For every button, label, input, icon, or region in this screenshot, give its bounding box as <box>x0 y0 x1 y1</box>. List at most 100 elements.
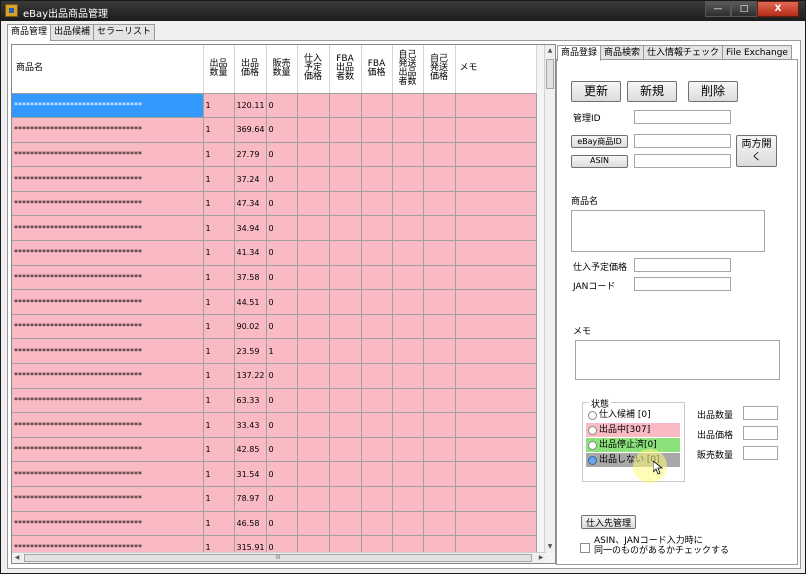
table-cell[interactable] <box>297 511 330 537</box>
table-row[interactable]: ******************************** 1 31.54 0 <box>12 461 537 487</box>
table-cell[interactable]: 0 <box>266 461 298 487</box>
table-cell[interactable] <box>392 338 424 365</box>
table-cell[interactable]: 1 <box>203 265 235 291</box>
table-cell[interactable]: 1 <box>203 388 235 414</box>
table-cell[interactable] <box>392 265 424 291</box>
table-cell[interactable]: ******************************** <box>12 461 204 487</box>
maximize-button[interactable]: □ <box>731 1 757 17</box>
table-cell[interactable] <box>297 142 330 168</box>
tab-seller-list[interactable]: セラーリスト <box>93 24 156 40</box>
tab-file-exchange[interactable]: File Exchange <box>722 45 792 60</box>
asin-button[interactable]: ASIN <box>571 155 628 168</box>
table-cell[interactable] <box>455 166 537 192</box>
status-option-listing[interactable]: 出品中[307] <box>586 423 680 437</box>
table-cell[interactable]: ******************************** <box>12 240 204 266</box>
column-header[interactable]: 仕入 予定 価格 <box>297 45 330 94</box>
column-header[interactable]: FBA 価格 <box>361 45 393 94</box>
table-cell[interactable]: 1 <box>203 363 235 389</box>
table-cell[interactable]: 0 <box>266 166 298 192</box>
vertical-scroll-thumb[interactable] <box>546 59 554 89</box>
table-row[interactable]: ******************************** 1 120.11 0 <box>12 93 537 119</box>
table-row[interactable]: ******************************** 1 78.97 0 <box>12 486 537 512</box>
table-cell[interactable]: ******************************** <box>12 142 204 168</box>
close-button[interactable]: X <box>757 1 799 17</box>
table-cell[interactable] <box>297 191 330 217</box>
jan-code-input[interactable] <box>634 277 731 291</box>
radio-icon[interactable] <box>588 411 597 420</box>
tab-product-management[interactable]: 商品管理 <box>7 24 52 41</box>
table-cell[interactable] <box>423 338 456 365</box>
delete-button[interactable]: 削除 <box>688 81 738 102</box>
table-cell[interactable]: 0 <box>266 240 298 266</box>
table-cell[interactable] <box>423 437 456 463</box>
table-cell[interactable]: 37.58 <box>234 265 267 291</box>
table-cell[interactable]: 0 <box>266 363 298 389</box>
table-cell[interactable] <box>455 388 537 414</box>
table-cell[interactable]: 63.33 <box>234 388 267 414</box>
table-row[interactable]: ******************************** 1 41.34 0 <box>12 240 537 266</box>
table-cell[interactable] <box>455 265 537 291</box>
table-cell[interactable] <box>361 191 393 217</box>
table-cell[interactable] <box>392 289 424 315</box>
table-cell[interactable] <box>297 289 330 315</box>
table-cell[interactable]: 37.24 <box>234 166 267 192</box>
table-cell[interactable] <box>297 314 330 340</box>
table-cell[interactable] <box>423 289 456 315</box>
table-cell[interactable] <box>297 363 330 389</box>
table-cell[interactable]: 1 <box>203 412 235 438</box>
table-cell[interactable]: 41.34 <box>234 240 267 266</box>
table-cell[interactable]: ******************************** <box>12 412 204 438</box>
table-cell[interactable] <box>455 314 537 340</box>
table-cell[interactable]: 78.97 <box>234 486 267 512</box>
table-cell[interactable]: 1 <box>203 142 235 168</box>
table-cell[interactable]: 42.85 <box>234 437 267 463</box>
horizontal-scroll-thumb[interactable]: III <box>24 554 532 562</box>
scroll-right-icon[interactable]: ▶ <box>536 553 546 563</box>
table-cell[interactable] <box>455 289 537 315</box>
table-cell[interactable] <box>455 461 537 487</box>
table-cell[interactable] <box>329 363 362 389</box>
scroll-left-icon[interactable]: ◀ <box>12 553 22 563</box>
table-cell[interactable] <box>423 265 456 291</box>
table-cell[interactable]: 44.51 <box>234 289 267 315</box>
table-cell[interactable] <box>297 166 330 192</box>
table-cell[interactable]: 1 <box>203 461 235 487</box>
table-cell[interactable] <box>455 117 537 143</box>
table-cell[interactable] <box>455 486 537 512</box>
table-cell[interactable] <box>455 511 537 537</box>
table-cell[interactable]: ******************************** <box>12 388 204 414</box>
table-cell[interactable] <box>455 338 537 365</box>
table-cell[interactable]: 1 <box>203 314 235 340</box>
table-cell[interactable] <box>329 166 362 192</box>
table-cell[interactable] <box>392 240 424 266</box>
table-cell[interactable] <box>329 461 362 487</box>
table-row[interactable]: ******************************** 1 42.85 0 <box>12 437 537 463</box>
table-cell[interactable]: ******************************** <box>12 93 204 119</box>
table-cell[interactable] <box>423 240 456 266</box>
table-cell[interactable]: 137.22 <box>234 363 267 389</box>
table-cell[interactable]: 1 <box>203 191 235 217</box>
table-cell[interactable] <box>423 117 456 143</box>
table-cell[interactable] <box>297 486 330 512</box>
table-row[interactable]: ******************************** 1 44.51 0 <box>12 289 537 315</box>
table-row[interactable]: ******************************** 1 33.43 0 <box>12 412 537 438</box>
table-cell[interactable] <box>329 388 362 414</box>
table-cell[interactable]: ******************************** <box>12 191 204 217</box>
table-cell[interactable] <box>455 240 537 266</box>
scroll-up-icon[interactable]: ▲ <box>545 45 555 57</box>
table-cell[interactable] <box>329 191 362 217</box>
table-cell[interactable]: 1 <box>266 338 298 365</box>
table-cell[interactable] <box>361 437 393 463</box>
table-cell[interactable] <box>392 412 424 438</box>
table-cell[interactable]: 0 <box>266 437 298 463</box>
table-cell[interactable]: ******************************** <box>12 117 204 143</box>
table-cell[interactable] <box>361 338 393 365</box>
table-cell[interactable] <box>297 338 330 365</box>
product-name-input[interactable] <box>571 210 765 252</box>
tab-purchase-check[interactable]: 仕入情報チェック <box>643 45 724 60</box>
table-cell[interactable]: ******************************** <box>12 437 204 463</box>
table-cell[interactable] <box>392 314 424 340</box>
table-cell[interactable] <box>361 314 393 340</box>
table-row[interactable]: ******************************** 1 90.02 0 <box>12 314 537 340</box>
table-cell[interactable]: 47.34 <box>234 191 267 217</box>
